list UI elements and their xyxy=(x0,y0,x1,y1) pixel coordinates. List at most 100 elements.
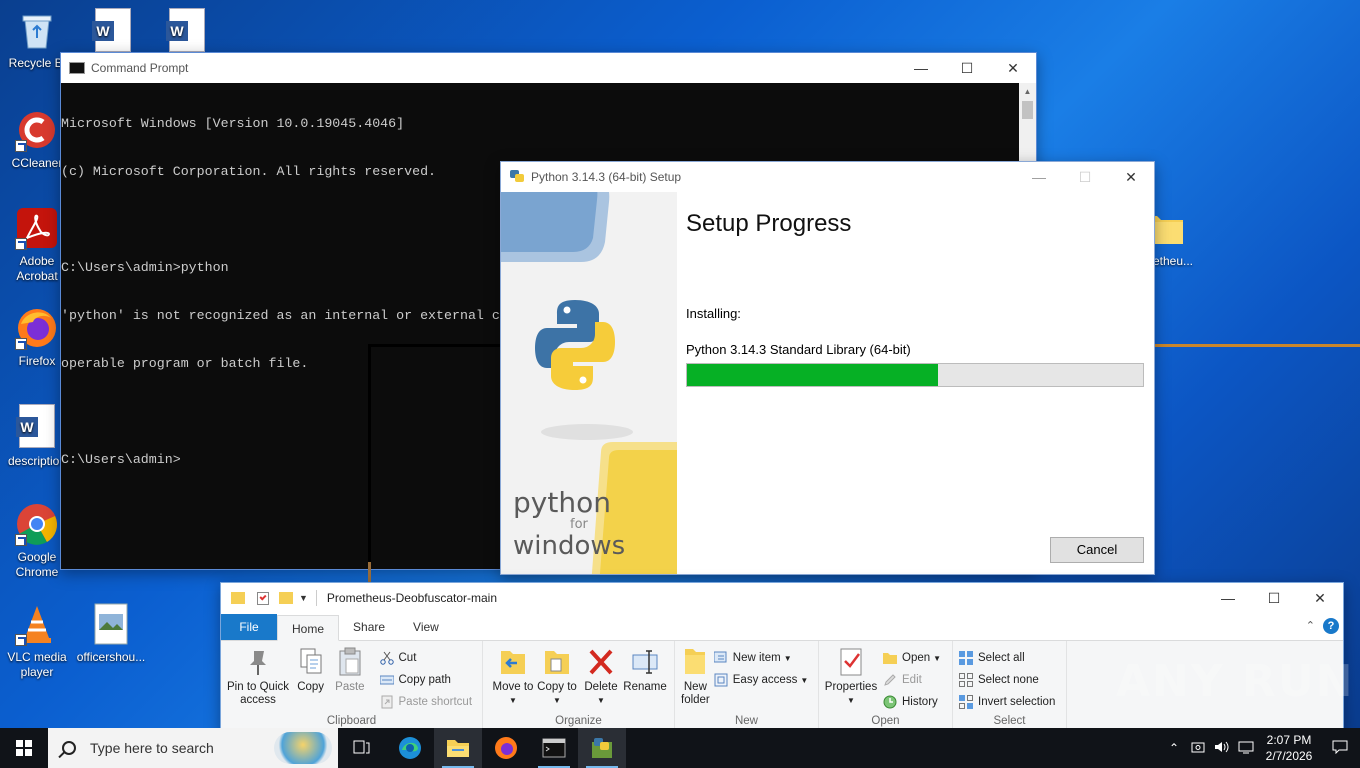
open-group-label: Open xyxy=(871,715,900,727)
volume-icon[interactable] xyxy=(1210,740,1234,757)
tab-home[interactable]: Home xyxy=(277,615,340,641)
copy-path-label: Copy path xyxy=(398,674,451,686)
python-brand-text: python for windows xyxy=(513,488,625,561)
maximize-button[interactable]: ☐ xyxy=(944,53,990,83)
firefox-icon xyxy=(15,306,59,350)
tab-view[interactable]: View xyxy=(399,614,453,640)
taskbar-firefox[interactable] xyxy=(482,728,530,768)
python-setup-content: Setup Progress Installing: Python 3.14.3… xyxy=(677,192,1154,574)
minimize-button[interactable]: — xyxy=(898,53,944,83)
cmd-titlebar[interactable]: Command Prompt — ☐ ✕ xyxy=(61,53,1036,83)
minimize-button[interactable]: — xyxy=(1205,583,1251,613)
system-tray: ⌃ 2:07 PM 2/7/2026 xyxy=(1162,728,1360,768)
easy-access-label: Easy access xyxy=(732,674,798,686)
desktop-icon-vlc[interactable]: VLC media player xyxy=(0,602,74,680)
paste-shortcut-icon xyxy=(380,695,394,709)
tab-file[interactable]: File xyxy=(221,614,277,640)
desktop-icon-officershou[interactable]: officershou... xyxy=(74,602,148,665)
desktop-icon-word-doc-2[interactable]: W xyxy=(150,8,224,52)
cmd-line: Microsoft Windows [Version 10.0.19045.40… xyxy=(61,116,405,131)
ribbon-collapse-chevron-icon[interactable]: ⌃ xyxy=(1306,619,1315,632)
word-document-icon: W xyxy=(92,8,131,52)
task-view-button[interactable] xyxy=(338,728,386,768)
select-all-button[interactable]: Select all xyxy=(959,647,1061,669)
invert-selection-icon xyxy=(959,695,973,709)
select-all-icon xyxy=(959,651,973,665)
clock[interactable]: 2:07 PM 2/7/2026 xyxy=(1258,732,1320,764)
select-none-button[interactable]: Select none xyxy=(959,669,1061,691)
windows-logo-icon xyxy=(16,740,32,756)
properties-label: Properties xyxy=(824,681,878,693)
select-group-label: Select xyxy=(993,715,1026,727)
group-new: New folder New item ▼ Easy access ▼ New xyxy=(675,641,819,729)
install-progress-fill xyxy=(687,364,938,386)
paste-shortcut-button[interactable]: Paste shortcut xyxy=(380,691,479,713)
open-button[interactable]: Open ▼ xyxy=(883,647,947,669)
python-setup-window[interactable]: Python 3.14.3 (64-bit) Setup — ☐ ✕ pytho… xyxy=(500,161,1155,575)
copy-path-button[interactable]: Copy path xyxy=(379,669,479,691)
new-folder-label: New folder xyxy=(681,681,710,706)
pin-icon xyxy=(244,647,272,677)
watermark: ANY RUN xyxy=(1116,656,1355,707)
quick-access-dropdown-icon[interactable]: ▼ xyxy=(299,593,308,603)
new-folder-quick-icon[interactable] xyxy=(279,592,293,604)
new-item-icon xyxy=(713,651,728,665)
cmd-title: Command Prompt xyxy=(91,61,189,75)
explorer-title: Prometheus-Deobfuscator-main xyxy=(326,591,497,605)
edit-pencil-icon xyxy=(883,673,897,687)
edit-button[interactable]: Edit xyxy=(883,669,947,691)
easy-access-button[interactable]: Easy access ▼ xyxy=(714,669,814,691)
rename-label: Rename xyxy=(623,681,667,693)
dropdown-arrow-icon: ▼ xyxy=(597,696,605,705)
copy-to-label: Copy to xyxy=(537,681,577,693)
task-view-icon xyxy=(353,740,370,754)
taskbar-command-prompt[interactable] xyxy=(530,728,578,768)
group-organize: Move to ▼ Copy to ▼ Delete ▼ Rename Orga… xyxy=(483,641,675,729)
taskbar-python-setup[interactable] xyxy=(578,728,626,768)
cancel-button[interactable]: Cancel xyxy=(1050,537,1144,563)
paste-label: Paste xyxy=(335,681,365,693)
window-drag-outline-accent xyxy=(1155,344,1360,347)
python-setup-titlebar[interactable]: Python 3.14.3 (64-bit) Setup — ☐ ✕ xyxy=(501,162,1154,192)
edge-icon xyxy=(399,737,421,759)
show-hidden-icons-chevron-icon[interactable]: ⌃ xyxy=(1162,741,1186,755)
cut-button[interactable]: Cut xyxy=(379,647,479,669)
minimize-button[interactable]: — xyxy=(1016,162,1062,192)
close-button[interactable]: ✕ xyxy=(990,53,1036,83)
scroll-up-arrow-icon[interactable]: ▲ xyxy=(1019,83,1036,101)
close-button[interactable]: ✕ xyxy=(1297,583,1343,613)
history-button[interactable]: History xyxy=(883,691,947,713)
current-install-item: Python 3.14.3 Standard Library (64-bit) xyxy=(686,342,911,357)
close-button[interactable]: ✕ xyxy=(1108,162,1154,192)
shortcut-arrow-icon xyxy=(15,534,27,546)
dropdown-arrow-icon: ▼ xyxy=(509,696,517,705)
tab-share[interactable]: Share xyxy=(339,614,399,640)
start-button[interactable] xyxy=(0,728,48,768)
help-icon[interactable]: ? xyxy=(1323,618,1339,634)
taskbar-file-explorer[interactable] xyxy=(434,728,482,768)
network-icon[interactable] xyxy=(1234,740,1258,757)
scrollbar-thumb[interactable] xyxy=(1022,101,1033,119)
clipboard-group-label: Clipboard xyxy=(326,715,377,727)
chrome-icon xyxy=(15,502,59,546)
image-file-icon xyxy=(89,602,133,646)
taskbar-edge[interactable] xyxy=(386,728,434,768)
install-progress-bar xyxy=(686,363,1144,387)
explorer-titlebar[interactable]: ▼ Prometheus-Deobfuscator-main — ☐ ✕ xyxy=(221,583,1343,613)
new-folder-icon xyxy=(681,647,709,677)
properties-quick-icon[interactable] xyxy=(257,591,269,605)
notifications-icon[interactable] xyxy=(1320,740,1360,757)
new-item-button[interactable]: New item ▼ xyxy=(713,647,814,669)
dropdown-arrow-icon: ▼ xyxy=(783,653,792,663)
maximize-button[interactable]: ☐ xyxy=(1251,583,1297,613)
history-label: History xyxy=(902,696,938,708)
easy-access-icon xyxy=(714,673,728,687)
invert-selection-button[interactable]: Invert selection xyxy=(959,691,1061,713)
desktop-icon-word-doc-1[interactable]: W xyxy=(76,8,150,52)
maximize-button: ☐ xyxy=(1078,168,1092,185)
organize-group-label: Organize xyxy=(555,715,602,727)
camera-icon[interactable] xyxy=(1186,741,1210,756)
taskbar-search-box[interactable]: Type here to search xyxy=(48,728,338,768)
group-select: Select all Select none Invert selection … xyxy=(953,641,1067,729)
firefox-icon xyxy=(495,737,517,759)
